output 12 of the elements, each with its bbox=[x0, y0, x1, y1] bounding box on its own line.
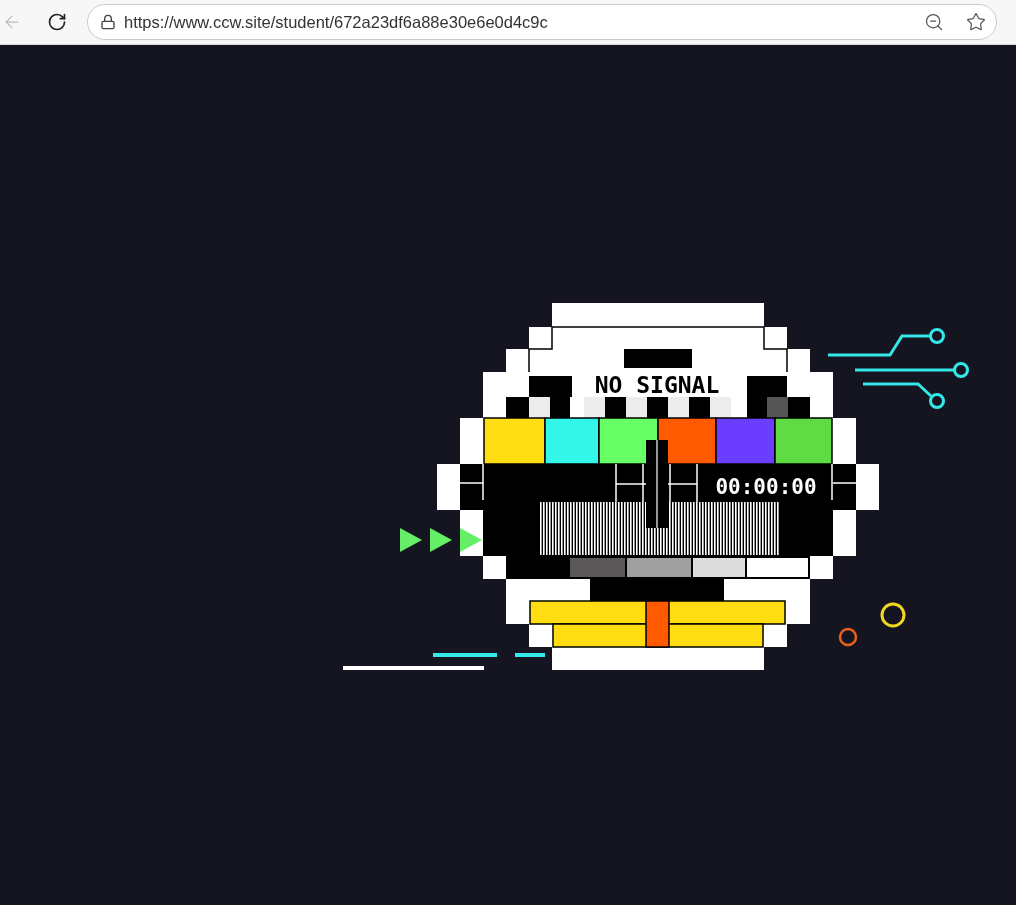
zoom-out-icon bbox=[924, 12, 944, 32]
no-signal-text: NO SIGNAL bbox=[594, 372, 720, 398]
ring-shape bbox=[880, 602, 906, 628]
favorite-button[interactable] bbox=[966, 12, 986, 32]
star-icon bbox=[966, 12, 986, 32]
ring-shape bbox=[838, 627, 858, 647]
lock-icon bbox=[100, 14, 116, 30]
address-bar[interactable]: https://www.ccw.site/student/672a23df6a88e30e6e0d4c9c bbox=[87, 4, 997, 40]
zoom-out-button[interactable] bbox=[924, 12, 944, 32]
timer-text: 00:00:00 bbox=[715, 475, 817, 499]
reload-icon bbox=[47, 12, 67, 32]
url-text: https://www.ccw.site/student/672a23df6a88e30e6e0d4c9c bbox=[124, 12, 549, 32]
